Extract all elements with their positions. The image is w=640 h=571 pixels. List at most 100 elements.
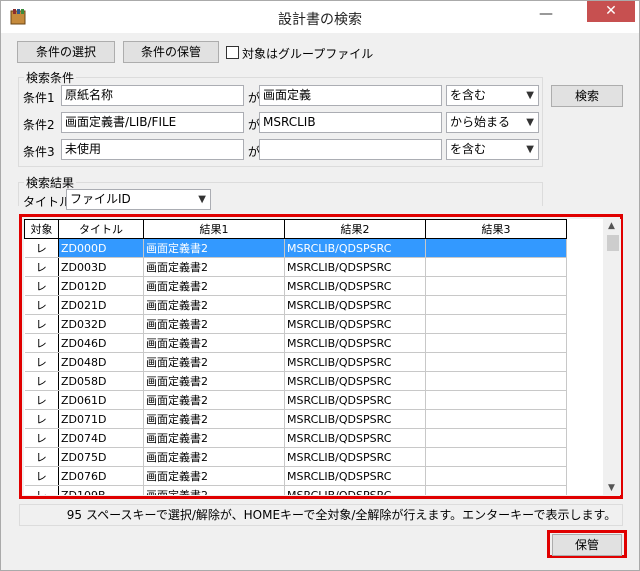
row-result2-cell[interactable]: MSRCLIB/QDSPSRC bbox=[284, 447, 426, 467]
table-row[interactable]: レ ZD003D 画面定義書2 MSRCLIB/QDSPSRC bbox=[24, 257, 567, 277]
row-title-cell[interactable]: ZD071D bbox=[58, 409, 144, 429]
save-condition-button[interactable]: 条件の保管 bbox=[123, 41, 219, 63]
row-result1-cell[interactable]: 画面定義書2 bbox=[143, 295, 285, 315]
row-result3-cell[interactable] bbox=[425, 333, 567, 353]
row-result3-cell[interactable] bbox=[425, 371, 567, 391]
condition2-value-input[interactable]: MSRCLIB bbox=[259, 112, 442, 133]
row-check-cell[interactable]: レ bbox=[24, 428, 59, 448]
row-result2-cell[interactable]: MSRCLIB/QDSPSRC bbox=[284, 428, 426, 448]
row-check-cell[interactable]: レ bbox=[24, 257, 59, 277]
table-row[interactable]: レ ZD032D 画面定義書2 MSRCLIB/QDSPSRC bbox=[24, 314, 567, 334]
row-result3-cell[interactable] bbox=[425, 314, 567, 334]
row-check-cell[interactable]: レ bbox=[24, 466, 59, 486]
row-result3-cell[interactable] bbox=[425, 257, 567, 277]
row-result1-cell[interactable]: 画面定義書2 bbox=[143, 447, 285, 467]
table-row[interactable]: レ ZD071D 画面定義書2 MSRCLIB/QDSPSRC bbox=[24, 409, 567, 429]
condition3-value-input[interactable] bbox=[259, 139, 442, 160]
condition2-operator-select[interactable]: から始まる ▼ bbox=[446, 112, 539, 133]
condition3-operator-select[interactable]: を含む ▼ bbox=[446, 139, 539, 160]
results-grid[interactable]: 対象 タイトル 結果1 結果2 結果3 レ ZD000D 画面定義書2 MSRCLIB… bbox=[24, 219, 603, 495]
row-result2-cell[interactable]: MSRCLIB/QDSPSRC bbox=[284, 295, 426, 315]
table-row[interactable]: レ ZD076D 画面定義書2 MSRCLIB/QDSPSRC bbox=[24, 466, 567, 486]
row-result2-cell[interactable]: MSRCLIB/QDSPSRC bbox=[284, 257, 426, 277]
table-row[interactable]: レ ZD046D 画面定義書2 MSRCLIB/QDSPSRC bbox=[24, 333, 567, 353]
row-result1-cell[interactable]: 画面定義書2 bbox=[143, 238, 285, 258]
table-row[interactable]: レ ZD021D 画面定義書2 MSRCLIB/QDSPSRC bbox=[24, 295, 567, 315]
row-title-cell[interactable]: ZD048D bbox=[58, 352, 144, 372]
row-result1-cell[interactable]: 画面定義書2 bbox=[143, 466, 285, 486]
search-button[interactable]: 検索 bbox=[551, 85, 623, 107]
row-result2-cell[interactable]: MSRCLIB/QDSPSRC bbox=[284, 409, 426, 429]
row-check-cell[interactable]: レ bbox=[24, 447, 59, 467]
row-result3-cell[interactable] bbox=[425, 447, 567, 467]
row-result3-cell[interactable] bbox=[425, 428, 567, 448]
row-result1-cell[interactable]: 画面定義書2 bbox=[143, 409, 285, 429]
row-result2-cell[interactable]: MSRCLIB/QDSPSRC bbox=[284, 485, 426, 495]
row-result2-cell[interactable]: MSRCLIB/QDSPSRC bbox=[284, 352, 426, 372]
row-result2-cell[interactable]: MSRCLIB/QDSPSRC bbox=[284, 466, 426, 486]
row-title-cell[interactable]: ZD058D bbox=[58, 371, 144, 391]
condition3-field-input[interactable]: 未使用 bbox=[61, 139, 244, 160]
row-result3-cell[interactable] bbox=[425, 276, 567, 296]
row-result3-cell[interactable] bbox=[425, 390, 567, 410]
table-row[interactable]: レ ZD048D 画面定義書2 MSRCLIB/QDSPSRC bbox=[24, 352, 567, 372]
column-header-result3[interactable]: 結果3 bbox=[425, 219, 567, 239]
row-result1-cell[interactable]: 画面定義書2 bbox=[143, 371, 285, 391]
row-result3-cell[interactable] bbox=[425, 238, 567, 258]
row-result3-cell[interactable] bbox=[425, 409, 567, 429]
select-condition-button[interactable]: 条件の選択 bbox=[17, 41, 115, 63]
row-result1-cell[interactable]: 画面定義書2 bbox=[143, 314, 285, 334]
row-result1-cell[interactable]: 画面定義書2 bbox=[143, 333, 285, 353]
row-result1-cell[interactable]: 画面定義書2 bbox=[143, 276, 285, 296]
row-result3-cell[interactable] bbox=[425, 295, 567, 315]
row-result3-cell[interactable] bbox=[425, 352, 567, 372]
row-title-cell[interactable]: ZD061D bbox=[58, 390, 144, 410]
scroll-down-icon[interactable]: ▼ bbox=[608, 483, 615, 493]
table-row[interactable]: レ ZD061D 画面定義書2 MSRCLIB/QDSPSRC bbox=[24, 390, 567, 410]
row-result2-cell[interactable]: MSRCLIB/QDSPSRC bbox=[284, 276, 426, 296]
row-title-cell[interactable]: ZD032D bbox=[58, 314, 144, 334]
row-result1-cell[interactable]: 画面定義書2 bbox=[143, 352, 285, 372]
row-result2-cell[interactable]: MSRCLIB/QDSPSRC bbox=[284, 238, 426, 258]
row-check-cell[interactable]: レ bbox=[24, 238, 59, 258]
row-check-cell[interactable]: レ bbox=[24, 409, 59, 429]
condition1-field-input[interactable]: 原紙名称 bbox=[61, 85, 244, 106]
condition1-operator-select[interactable]: を含む ▼ bbox=[446, 85, 539, 106]
row-result1-cell[interactable]: 画面定義書2 bbox=[143, 485, 285, 495]
title-select[interactable]: ファイルID ▼ bbox=[66, 189, 211, 210]
row-result1-cell[interactable]: 画面定義書2 bbox=[143, 390, 285, 410]
save-button[interactable]: 保管 bbox=[552, 534, 622, 556]
row-title-cell[interactable]: ZD003D bbox=[58, 257, 144, 277]
column-header-result1[interactable]: 結果1 bbox=[143, 219, 285, 239]
table-row[interactable]: レZD109B画面定義書2MSRCLIB/QDSPSRC bbox=[24, 485, 567, 495]
row-title-cell[interactable]: ZD075D bbox=[58, 447, 144, 467]
row-title-cell[interactable]: ZD109B bbox=[58, 485, 144, 495]
table-row[interactable]: レ ZD058D 画面定義書2 MSRCLIB/QDSPSRC bbox=[24, 371, 567, 391]
table-row[interactable]: レ ZD075D 画面定義書2 MSRCLIB/QDSPSRC bbox=[24, 447, 567, 467]
column-header-title[interactable]: タイトル bbox=[58, 219, 144, 239]
row-check-cell[interactable]: レ bbox=[24, 276, 59, 296]
close-button[interactable]: ✕ bbox=[587, 1, 635, 22]
scroll-thumb[interactable] bbox=[607, 235, 619, 251]
group-file-checkbox[interactable] bbox=[226, 46, 239, 59]
row-check-cell[interactable]: レ bbox=[24, 333, 59, 353]
row-title-cell[interactable]: ZD076D bbox=[58, 466, 144, 486]
row-title-cell[interactable]: ZD074D bbox=[58, 428, 144, 448]
table-row[interactable]: レ ZD074D 画面定義書2 MSRCLIB/QDSPSRC bbox=[24, 428, 567, 448]
row-result3-cell[interactable] bbox=[425, 485, 567, 495]
row-title-cell[interactable]: ZD021D bbox=[58, 295, 144, 315]
table-row[interactable]: レ ZD012D 画面定義書2 MSRCLIB/QDSPSRC bbox=[24, 276, 567, 296]
column-header-target[interactable]: 対象 bbox=[24, 219, 59, 239]
row-title-cell[interactable]: ZD000D bbox=[58, 238, 144, 258]
condition2-field-input[interactable]: 画面定義書/LIB/FILE bbox=[61, 112, 244, 133]
row-result3-cell[interactable] bbox=[425, 466, 567, 486]
scroll-up-icon[interactable]: ▲ bbox=[608, 221, 615, 231]
row-check-cell[interactable]: レ bbox=[24, 295, 59, 315]
row-title-cell[interactable]: ZD046D bbox=[58, 333, 144, 353]
table-row[interactable]: レ ZD000D 画面定義書2 MSRCLIB/QDSPSRC bbox=[24, 238, 567, 258]
condition1-value-input[interactable]: 画面定義 bbox=[259, 85, 442, 106]
row-result2-cell[interactable]: MSRCLIB/QDSPSRC bbox=[284, 371, 426, 391]
row-check-cell[interactable]: レ bbox=[24, 352, 59, 372]
row-check-cell[interactable]: レ bbox=[24, 485, 59, 495]
row-result2-cell[interactable]: MSRCLIB/QDSPSRC bbox=[284, 333, 426, 353]
